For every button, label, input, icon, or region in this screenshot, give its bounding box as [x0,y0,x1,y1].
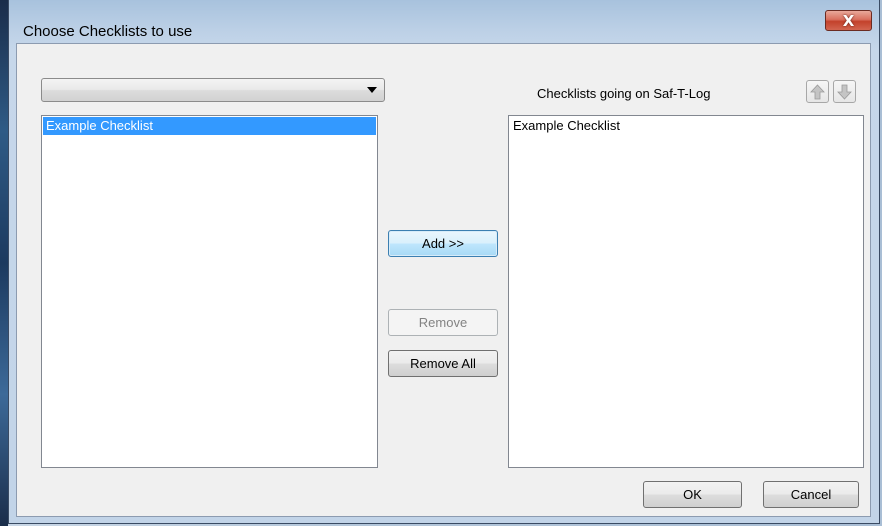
available-checklists-list[interactable]: Example Checklist [41,115,378,468]
selected-list-header: Checklists going on Saf-T-Log [537,86,711,101]
selected-checklists-list[interactable]: Example Checklist [508,115,864,468]
arrow-down-icon [837,84,852,100]
dialog-client-area: Example Checklist Checklists going on Sa… [16,43,871,517]
close-icon: X [842,11,855,30]
arrow-up-icon [810,83,825,99]
list-item[interactable]: Example Checklist [43,117,376,135]
window-title: Choose Checklists to use [23,23,193,40]
chevron-down-icon[interactable] [367,87,377,93]
title-bar[interactable]: Choose Checklists to use [9,0,879,40]
close-button[interactable]: X [825,10,872,31]
remove-all-button[interactable]: Remove All [388,350,498,377]
dialog-window: Choose Checklists to use X Example Check… [8,0,880,524]
move-up-button[interactable] [806,80,829,103]
list-item[interactable]: Example Checklist [510,117,862,135]
remove-button[interactable]: Remove [388,309,498,336]
add-button[interactable]: Add >> [388,230,498,257]
cancel-button[interactable]: Cancel [763,481,859,508]
desktop-background [0,0,8,526]
checklist-source-dropdown[interactable] [41,78,385,102]
ok-button[interactable]: OK [643,481,742,508]
move-down-button[interactable] [833,80,856,103]
